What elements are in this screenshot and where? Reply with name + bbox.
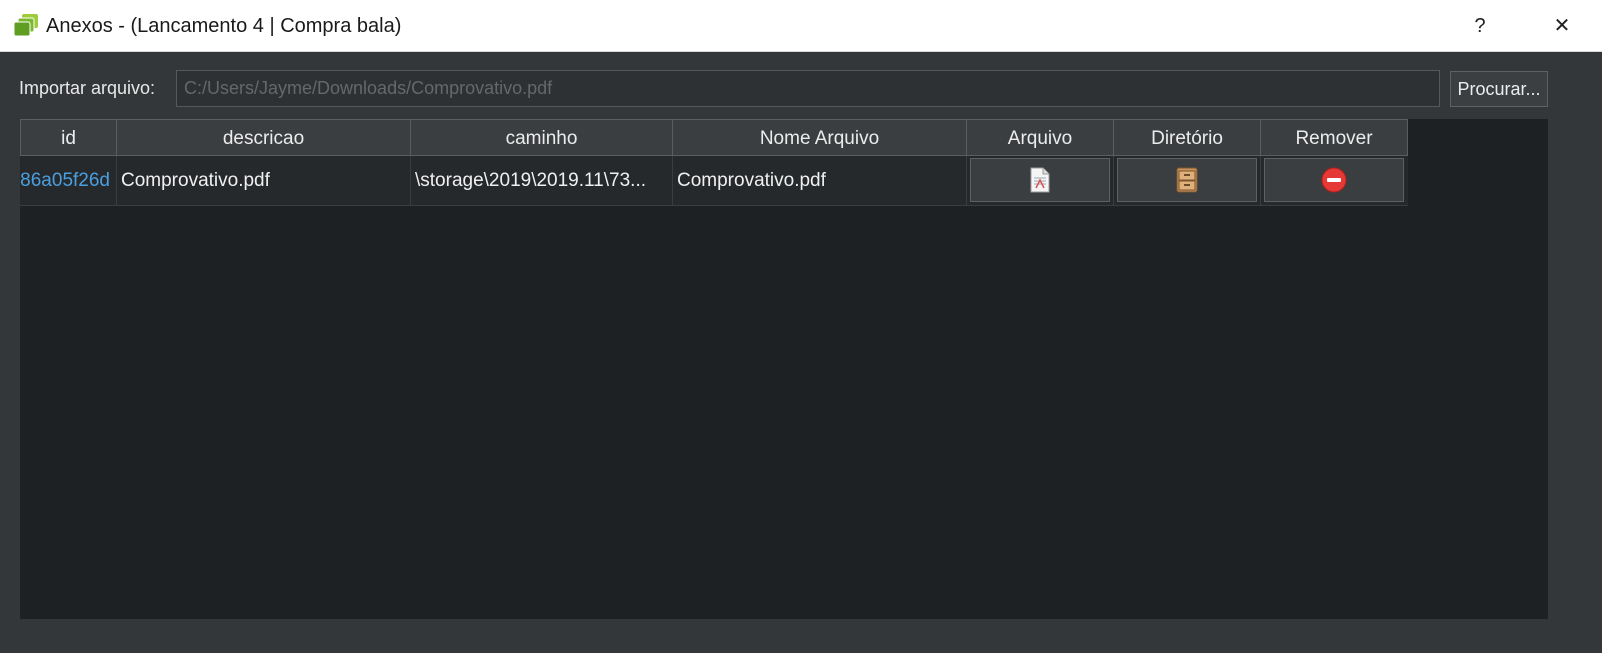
column-header-nome-arquivo[interactable]: Nome Arquivo xyxy=(673,119,967,156)
column-header-arquivo[interactable]: Arquivo xyxy=(967,119,1114,156)
nome-arquivo-cell[interactable]: Comprovativo.pdf xyxy=(673,156,967,205)
browse-button[interactable]: Procurar... xyxy=(1450,71,1548,107)
remove-button[interactable] xyxy=(1264,158,1404,202)
column-header-id[interactable]: id xyxy=(20,119,117,156)
column-header-descricao[interactable]: descricao xyxy=(117,119,411,156)
close-button[interactable]: ✕ xyxy=(1532,0,1592,52)
id-cell[interactable]: 386a05f26d xyxy=(20,156,117,205)
open-directory-button[interactable] xyxy=(1117,158,1257,202)
open-file-button[interactable] xyxy=(970,158,1110,202)
descricao-cell[interactable]: Comprovativo.pdf xyxy=(117,156,411,205)
diretorio-cell xyxy=(1114,156,1261,205)
help-button[interactable]: ? xyxy=(1450,0,1510,52)
caminho-cell[interactable]: \storage\2019\2019.11\73... xyxy=(411,156,673,205)
column-header-remover[interactable]: Remover xyxy=(1261,119,1408,156)
file-path-input[interactable]: C:/Users/Jayme/Downloads/Comprovativo.pd… xyxy=(176,70,1440,107)
title-bar: Anexos - (Lancamento 4 | Compra bala) ? … xyxy=(0,0,1602,52)
filing-cabinet-icon xyxy=(1176,167,1198,193)
remover-cell xyxy=(1261,156,1408,205)
attachments-table: id descricao caminho Nome Arquivo Arquiv… xyxy=(20,119,1548,619)
stacked-squares-icon xyxy=(13,14,38,37)
import-file-label: Importar arquivo: xyxy=(19,78,156,98)
remove-icon xyxy=(1321,167,1347,193)
column-header-diretorio[interactable]: Diretório xyxy=(1114,119,1261,156)
document-icon xyxy=(1030,167,1050,193)
window-title: Anexos - (Lancamento 4 | Compra bala) xyxy=(46,15,402,37)
anexos-window: Anexos - (Lancamento 4 | Compra bala) ? … xyxy=(0,0,1602,653)
table-row[interactable]: 386a05f26d Comprovativo.pdf \storage\201… xyxy=(20,156,1408,206)
arquivo-cell xyxy=(967,156,1114,205)
table-header: id descricao caminho Nome Arquivo Arquiv… xyxy=(20,119,1408,156)
id-value: 386a05f26d xyxy=(20,170,110,191)
column-header-caminho[interactable]: caminho xyxy=(411,119,673,156)
